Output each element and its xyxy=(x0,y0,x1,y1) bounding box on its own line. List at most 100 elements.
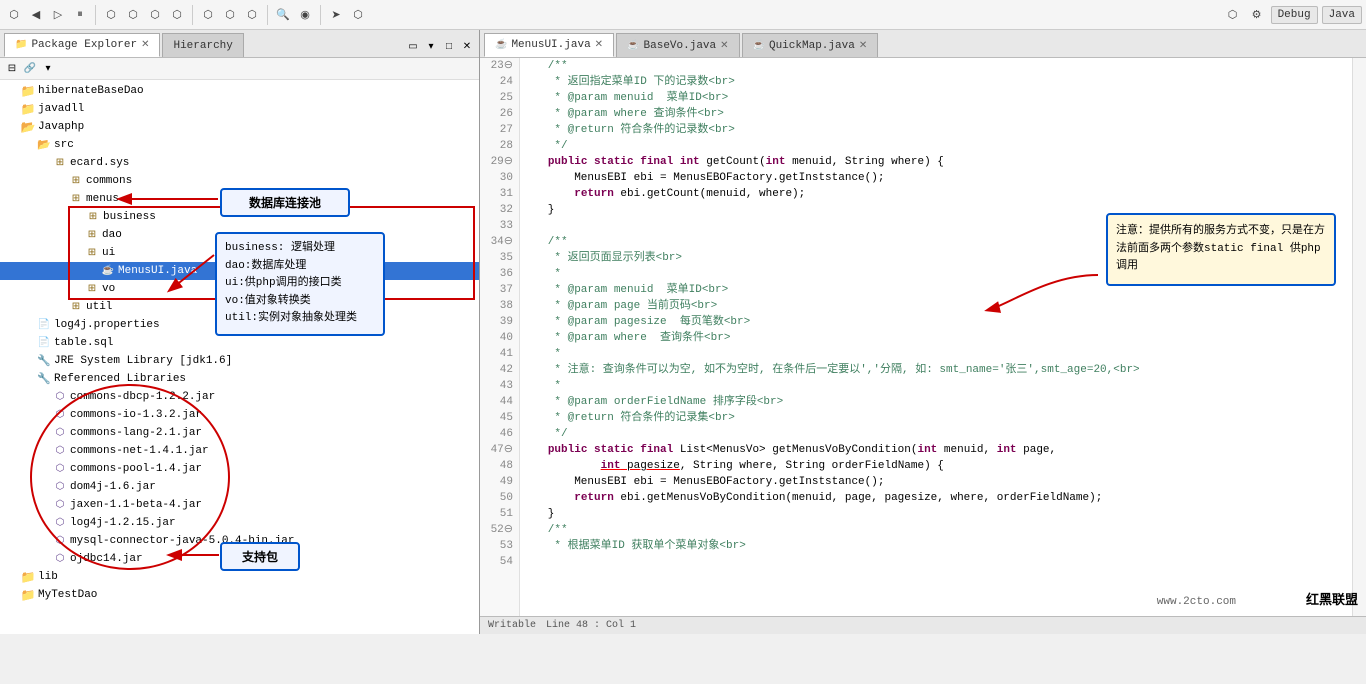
code-content[interactable]: /** * 返回指定菜单ID 下的记录数<br> * @param menuid… xyxy=(520,58,1352,616)
toolbar-btn-9[interactable]: ⬡ xyxy=(198,5,218,25)
folder-icon: 📂 xyxy=(20,119,36,135)
tree-item-ecard-sys[interactable]: ⊞ ecard.sys xyxy=(0,154,479,172)
editor-tab-menusui-close[interactable]: ✕ xyxy=(595,39,603,51)
toolbar-btn-7[interactable]: ⬡ xyxy=(145,5,165,25)
linenum-31: 31 xyxy=(480,186,519,202)
code-line-38: * @param page 当前页码<br> xyxy=(528,298,1344,314)
code-line-28: */ xyxy=(528,138,1344,154)
debug-label[interactable]: Debug xyxy=(1271,6,1318,24)
toolbar-layout-btn[interactable]: ⬡ xyxy=(1223,5,1243,25)
package-tree: 📁 hibernateBaseDao 📁 javadll 📂 Javaphp 📂… xyxy=(0,80,479,634)
tree-label: Referenced Libraries xyxy=(54,373,186,385)
toolbar-debug-btn[interactable]: ⚙ xyxy=(1247,5,1267,25)
tree-item-jar-lang[interactable]: ⬡ commons-lang-2.1.jar xyxy=(0,424,479,442)
toolbar-btn-2[interactable]: ◀ xyxy=(26,5,46,25)
tree-item-jar-pool[interactable]: ⬡ commons-pool-1.4.jar xyxy=(0,460,479,478)
code-line-45: * @return 符合条件的记录集<br> xyxy=(528,410,1344,426)
sep4 xyxy=(320,5,321,25)
tree-label: commons-dbcp-1.2.2.jar xyxy=(70,391,215,403)
sep3 xyxy=(267,5,268,25)
pkg-icon: ⊞ xyxy=(84,245,100,261)
tree-item-hibernateBaseDao[interactable]: 📁 hibernateBaseDao xyxy=(0,82,479,100)
tree-item-jar-log4j[interactable]: ⬡ log4j-1.2.15.jar xyxy=(0,514,479,532)
panel-close-btn[interactable]: ✕ xyxy=(459,39,475,55)
exp-collapse-btn[interactable]: ⊟ xyxy=(4,61,20,77)
tree-item-mytestdao[interactable]: 📁 MyTestDao xyxy=(0,586,479,604)
tree-label: menus xyxy=(86,193,119,205)
code-line-39: * @param pagesize 每页笔数<br> xyxy=(528,314,1344,330)
note-callout: 注意：提供所有的服务方式不变，只是在方法前面多两个参数static final … xyxy=(1106,213,1336,286)
tab-package-explorer-close[interactable]: ✕ xyxy=(141,39,149,51)
linenum-39: 39 xyxy=(480,314,519,330)
tree-item-table-sql[interactable]: 📄 table.sql xyxy=(0,334,479,352)
pkg-icon: ⊞ xyxy=(85,209,101,225)
panel-maximize-btn[interactable]: □ xyxy=(441,39,457,55)
tree-item-reflibs[interactable]: 🔧 Referenced Libraries xyxy=(0,370,479,388)
editor-scrollbar[interactable] xyxy=(1352,58,1366,616)
toolbar-btn-12[interactable]: 🔍 xyxy=(273,5,293,25)
prop-icon: 📄 xyxy=(36,317,52,333)
tree-item-jar-dbcp[interactable]: ⬡ commons-dbcp-1.2.2.jar xyxy=(0,388,479,406)
main-toolbar: ⬡ ◀ ▷ ⏸ ⬡ ⬡ ⬡ ⬡ ⬡ ⬡ ⬡ 🔍 ◉ ➤ ⬡ ⬡ ⚙ Debug … xyxy=(0,0,1366,30)
code-line-42: * 注意: 查询条件可以为空, 如不为空时, 在条件后一定要以','分隔, 如:… xyxy=(528,362,1344,378)
toolbar-btn-6[interactable]: ⬡ xyxy=(123,5,143,25)
toolbar-btn-11[interactable]: ⬡ xyxy=(242,5,262,25)
folder-icon: 📁 xyxy=(20,101,36,117)
watermark: 红黑联盟 xyxy=(1306,589,1358,608)
editor-tab-menusui[interactable]: ☕ MenusUI.java ✕ xyxy=(484,33,614,57)
jre-icon: 🔧 xyxy=(36,353,52,369)
toolbar-btn-15[interactable]: ⬡ xyxy=(348,5,368,25)
folder-icon: 📁 xyxy=(20,569,36,585)
tab-hierarchy[interactable]: Hierarchy xyxy=(162,33,243,57)
code-line-48: int pagesize, String where, String order… xyxy=(528,458,1344,474)
code-line-29: public static final int getCount(int men… xyxy=(528,154,1344,170)
linenum-45: 45 xyxy=(480,410,519,426)
watermark-text1: www.2cto.com xyxy=(1157,596,1236,608)
tree-item-jar-net[interactable]: ⬡ commons-net-1.4.1.jar xyxy=(0,442,479,460)
tree-item-jar-dom4j[interactable]: ⬡ dom4j-1.6.jar xyxy=(0,478,479,496)
linenum-54: 54 xyxy=(480,554,519,570)
tree-label: Javaphp xyxy=(38,121,84,133)
tree-item-javadll[interactable]: 📁 javadll xyxy=(0,100,479,118)
linenum-35: 35 xyxy=(480,250,519,266)
tree-item-jar-jaxen[interactable]: ⬡ jaxen-1.1-beta-4.jar xyxy=(0,496,479,514)
tree-item-jar-io[interactable]: ⬡ commons-io-1.3.2.jar xyxy=(0,406,479,424)
editor-tab-quickmap[interactable]: ☕ QuickMap.java ✕ xyxy=(742,33,879,57)
tree-label: vo xyxy=(102,283,115,295)
toolbar-btn-8[interactable]: ⬡ xyxy=(167,5,187,25)
exp-menu-btn[interactable]: ▾ xyxy=(40,61,56,77)
code-line-54 xyxy=(528,554,1344,570)
toolbar-btn-5[interactable]: ⬡ xyxy=(101,5,121,25)
panel-menu-btn[interactable]: ▾ xyxy=(423,39,439,55)
toolbar-btn-10[interactable]: ⬡ xyxy=(220,5,240,25)
exp-link-btn[interactable]: 🔗 xyxy=(22,61,38,77)
pkg-icon: ⊞ xyxy=(68,173,84,189)
editor-tab-quickmap-close[interactable]: ✕ xyxy=(859,40,867,52)
cursor-pos: Line 48 : Col 1 xyxy=(546,620,636,631)
linenum-41: 41 xyxy=(480,346,519,362)
left-panel: 📁 Package Explorer ✕ Hierarchy ▭ ▾ □ ✕ ⊟… xyxy=(0,30,480,634)
toolbar-btn-13[interactable]: ◉ xyxy=(295,5,315,25)
code-line-40: * @param where 查询条件<br> xyxy=(528,330,1344,346)
tab-package-explorer[interactable]: 📁 Package Explorer ✕ xyxy=(4,33,160,57)
tree-label: table.sql xyxy=(54,337,113,349)
linenum-44: 44 xyxy=(480,394,519,410)
code-line-23: /** xyxy=(528,58,1344,74)
tree-item-jre[interactable]: 🔧 JRE System Library [jdk1.6] xyxy=(0,352,479,370)
java-label[interactable]: Java xyxy=(1322,6,1362,24)
tree-item-javaphp[interactable]: 📂 Javaphp xyxy=(0,118,479,136)
editor-area[interactable]: 23⊖ 24 25 26 27 28 29⊖ 30 31 32 33 34⊖ 3… xyxy=(480,58,1366,616)
main-layout: 📁 Package Explorer ✕ Hierarchy ▭ ▾ □ ✕ ⊟… xyxy=(0,30,1366,634)
tree-item-src[interactable]: 📂 src xyxy=(0,136,479,154)
callout-database: 数据库连接池 xyxy=(220,188,350,217)
toolbar-btn-4[interactable]: ⏸ xyxy=(70,5,90,25)
toolbar-btn-14[interactable]: ➤ xyxy=(326,5,346,25)
panel-minimize-btn[interactable]: ▭ xyxy=(405,39,421,55)
tree-label: business xyxy=(103,211,156,223)
code-line-24: * 返回指定菜单ID 下的记录数<br> xyxy=(528,74,1344,90)
editor-tab-basevo[interactable]: ☕ BaseVo.java ✕ xyxy=(616,33,739,57)
editor-tab-basevo-close[interactable]: ✕ xyxy=(720,40,728,52)
code-line-50: return ebi.getMenusVoByCondition(menuid,… xyxy=(528,490,1344,506)
toolbar-btn-3[interactable]: ▷ xyxy=(48,5,68,25)
toolbar-btn-1[interactable]: ⬡ xyxy=(4,5,24,25)
